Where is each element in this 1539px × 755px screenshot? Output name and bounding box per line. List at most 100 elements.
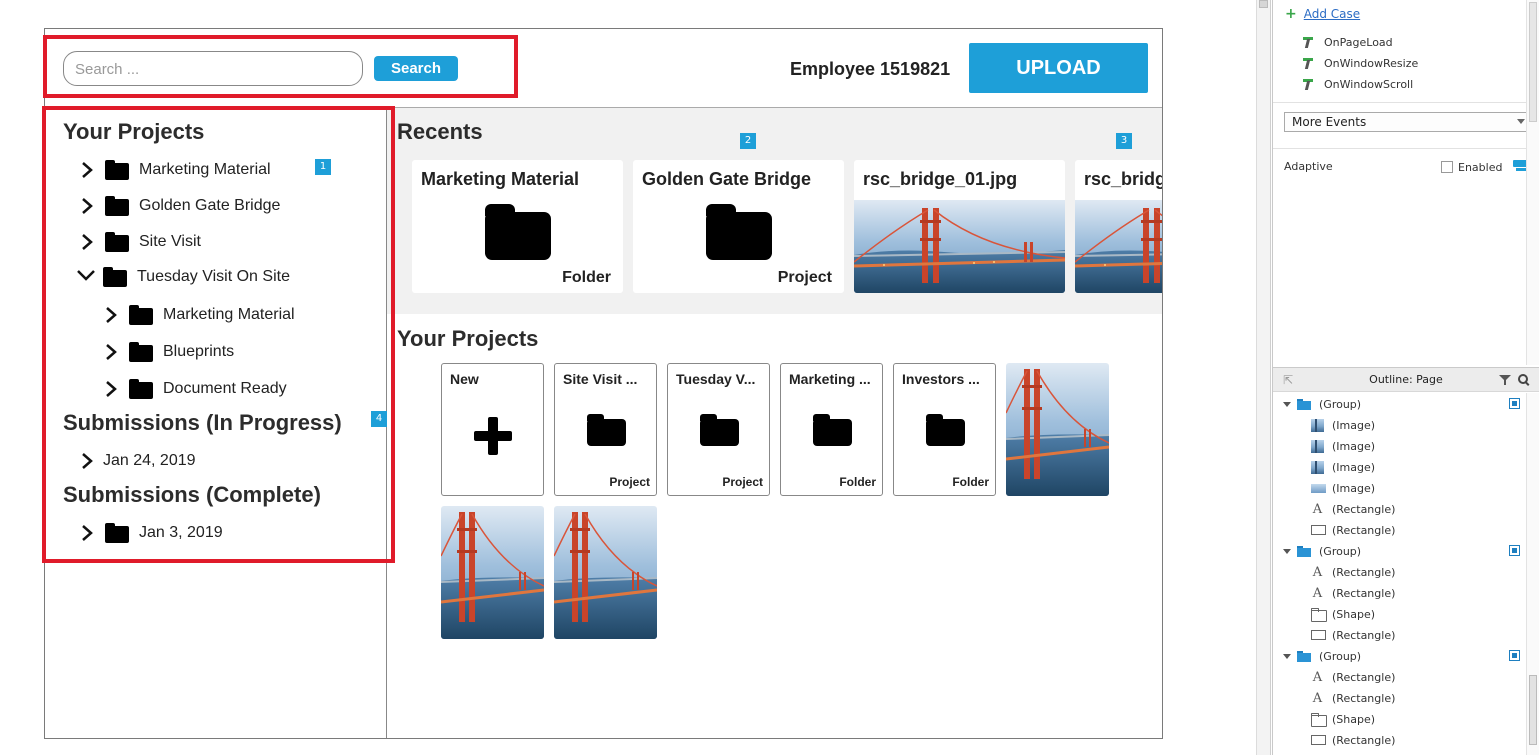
outline-row[interactable]: A (Rectangle) — [1311, 585, 1396, 601]
outline-row[interactable]: A (Rectangle) — [1311, 564, 1396, 580]
annotation-marker-2[interactable]: 2 — [740, 133, 756, 149]
outline-row[interactable]: (Shape) — [1311, 606, 1375, 622]
outline-group-row[interactable]: (Group) — [1283, 648, 1361, 664]
event-onwindowresize[interactable]: OnWindowResize — [1303, 57, 1418, 70]
outline-row[interactable]: (Image) — [1311, 459, 1375, 475]
panel-scrollbar[interactable] — [1526, 0, 1539, 365]
text-icon: A — [1312, 669, 1323, 685]
outline-row-label: (Rectangle) — [1332, 733, 1396, 747]
outline-row[interactable]: (Image) — [1311, 417, 1375, 433]
visibility-checkbox[interactable] — [1509, 545, 1520, 556]
recent-card-type: Folder — [562, 269, 611, 286]
recent-card-title: Golden Gate Bridge — [642, 169, 812, 189]
recent-card-title: rsc_bridge_02.jpg — [1084, 169, 1162, 189]
recent-card-rsc-bridge-01[interactable]: rsc_bridge_01.jpg — [854, 160, 1065, 293]
recent-card-golden-gate-bridge[interactable]: Golden Gate Bridge Project — [633, 160, 844, 293]
panel-divider — [1273, 148, 1539, 149]
project-image-tile[interactable] — [441, 506, 544, 639]
expand-triangle-icon[interactable] — [1283, 401, 1291, 407]
project-card-investors[interactable]: Investors ... Folder — [893, 363, 996, 496]
outline-row-label: (Image) — [1332, 418, 1376, 432]
outline-row-label: (Rectangle) — [1332, 502, 1396, 516]
event-onpageload[interactable]: OnPageLoad — [1303, 36, 1393, 49]
project-image-tile[interactable] — [1006, 363, 1109, 496]
outline-back-icon[interactable]: ⇱ — [1283, 368, 1293, 392]
recent-card-type: Project — [777, 269, 832, 286]
visibility-checkbox[interactable] — [1509, 650, 1520, 661]
plus-icon — [474, 417, 512, 455]
project-card-title: Site Visit ... — [563, 371, 638, 387]
outline-scrollbar[interactable] — [1526, 393, 1539, 755]
recents-title: Recents — [397, 119, 483, 144]
expand-triangle-icon[interactable] — [1283, 653, 1291, 659]
folder-icon — [485, 204, 551, 260]
project-card-site-visit[interactable]: Site Visit ... Project — [554, 363, 657, 496]
panel-divider — [1273, 102, 1539, 103]
image-icon — [1311, 418, 1324, 432]
outline-row-label: (Rectangle) — [1332, 691, 1396, 705]
search-highlight-box — [43, 35, 518, 98]
project-card-type: Folder — [839, 475, 876, 489]
new-project-card[interactable]: New — [441, 363, 544, 496]
recent-card-title: rsc_bridge_01.jpg — [863, 169, 1018, 189]
outline-row-label: (Group) — [1319, 397, 1362, 411]
bridge-image — [1075, 200, 1163, 293]
canvas-scrollbar[interactable] — [1256, 0, 1271, 755]
sidebar-highlight-box — [42, 106, 395, 563]
design-canvas: Search ... Search Employee 1519821 UPLOA… — [0, 0, 1256, 755]
employee-label: Employee 1519821 — [790, 59, 951, 79]
project-image-tile[interactable] — [554, 506, 657, 639]
folder-icon — [587, 414, 626, 446]
rectangle-icon — [1311, 630, 1326, 640]
outline-row[interactable]: (Image) — [1311, 480, 1375, 496]
text-icon: A — [1312, 690, 1323, 706]
outline-row[interactable]: A (Rectangle) — [1311, 690, 1396, 706]
project-card-title: Tuesday V... — [676, 371, 756, 387]
project-card-type: Project — [609, 475, 650, 489]
outline-row[interactable]: A (Rectangle) — [1311, 501, 1396, 517]
recent-card-marketing-material[interactable]: Marketing Material Folder — [412, 160, 623, 293]
project-card-marketing[interactable]: Marketing ... Folder — [780, 363, 883, 496]
outline-row-label: (Image) — [1332, 481, 1376, 495]
recent-card-rsc-bridge-02[interactable]: rsc_bridge_02.jpg — [1075, 160, 1163, 293]
add-case-label: Add Case — [1303, 7, 1361, 21]
more-events-label: More Events — [1292, 115, 1367, 129]
project-card-tuesday-visit[interactable]: Tuesday V... Project — [667, 363, 770, 496]
outline-group-row[interactable]: (Group) — [1283, 396, 1361, 412]
upload-button[interactable]: UPLOAD — [969, 43, 1148, 93]
project-card-title: New — [450, 371, 479, 387]
folder-icon — [813, 414, 852, 446]
text-icon: A — [1312, 585, 1323, 601]
expand-triangle-icon[interactable] — [1283, 548, 1291, 554]
enabled-checkbox[interactable] — [1441, 161, 1453, 173]
outline-title: Outline: Page — [1369, 373, 1443, 386]
visibility-checkbox[interactable] — [1509, 398, 1520, 409]
project-card-title: Marketing ... — [789, 371, 871, 387]
outline-row[interactable]: (Rectangle) — [1311, 627, 1395, 643]
outline-row[interactable]: (Rectangle) — [1311, 522, 1395, 538]
group-folder-icon — [1297, 398, 1311, 410]
outline-row-label: (Group) — [1319, 649, 1362, 663]
outline-row-label: (Rectangle) — [1332, 565, 1396, 579]
adaptive-label: Adaptive — [1284, 160, 1333, 173]
project-card-type: Project — [722, 475, 763, 489]
outline-row[interactable]: (Image) — [1311, 438, 1375, 454]
outline-row-label: (Shape) — [1332, 712, 1376, 726]
add-case-link[interactable]: + Add Case — [1285, 6, 1360, 22]
dropdown-arrow-icon — [1517, 119, 1525, 124]
image-icon — [1311, 460, 1324, 474]
outline-row[interactable]: (Shape) — [1311, 711, 1375, 727]
annotation-marker-3[interactable]: 3 — [1116, 133, 1132, 149]
rectangle-icon — [1311, 525, 1326, 535]
outline-row-label: (Shape) — [1332, 607, 1376, 621]
filter-icon[interactable] — [1499, 375, 1511, 385]
outline-row[interactable]: A (Rectangle) — [1311, 669, 1396, 685]
outline-row[interactable]: (Rectangle) — [1311, 732, 1395, 748]
more-events-select[interactable]: More Events — [1284, 112, 1531, 132]
outline-row-label: (Image) — [1332, 439, 1376, 453]
event-onwindowscroll[interactable]: OnWindowScroll — [1303, 78, 1413, 91]
search-icon[interactable] — [1518, 374, 1530, 386]
outline-row-label: (Rectangle) — [1332, 523, 1396, 537]
outline-row-label: (Group) — [1319, 544, 1362, 558]
outline-group-row[interactable]: (Group) — [1283, 543, 1361, 559]
